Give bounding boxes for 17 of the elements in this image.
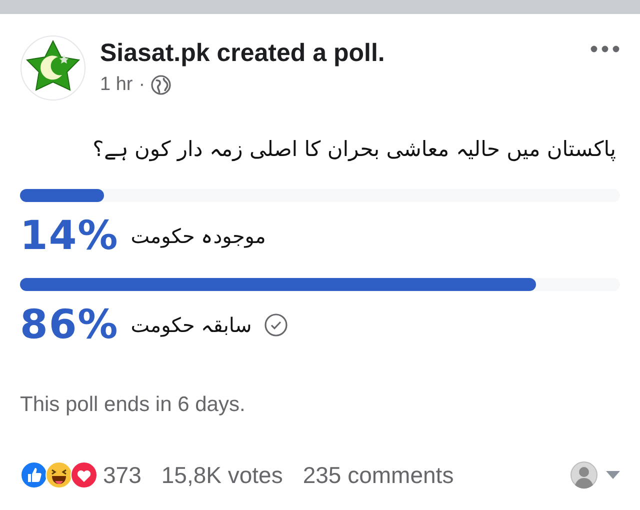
dropdown-caret-icon[interactable]	[606, 471, 620, 479]
reaction-icons[interactable]	[20, 461, 95, 489]
user-avatar[interactable]	[570, 461, 598, 489]
poll-percentage: 14%	[20, 213, 119, 259]
globe-icon	[151, 75, 172, 95]
poll-option-label: موجودہ حکومت	[130, 224, 266, 248]
post-time[interactable]: 1 hr	[100, 74, 133, 96]
separator-dot: ·	[138, 74, 146, 96]
reaction-count[interactable]: 373	[103, 462, 142, 488]
poll-question: پاکستان میں حالیہ معاشی بحران کا اصلی زمہ دار کون ہے؟	[92, 136, 617, 164]
page-avatar[interactable]	[20, 35, 86, 101]
poll-status: This poll ends in 6 days.	[19, 392, 246, 417]
comments-count[interactable]: 235 comments	[302, 462, 454, 488]
poll-option-label: سابقہ حکومت	[130, 313, 252, 337]
poll-percentage: 86%	[20, 302, 119, 348]
votes-count[interactable]: 15,8K votes	[161, 462, 283, 488]
post-title: Siasat.pk created a poll.	[100, 39, 386, 68]
